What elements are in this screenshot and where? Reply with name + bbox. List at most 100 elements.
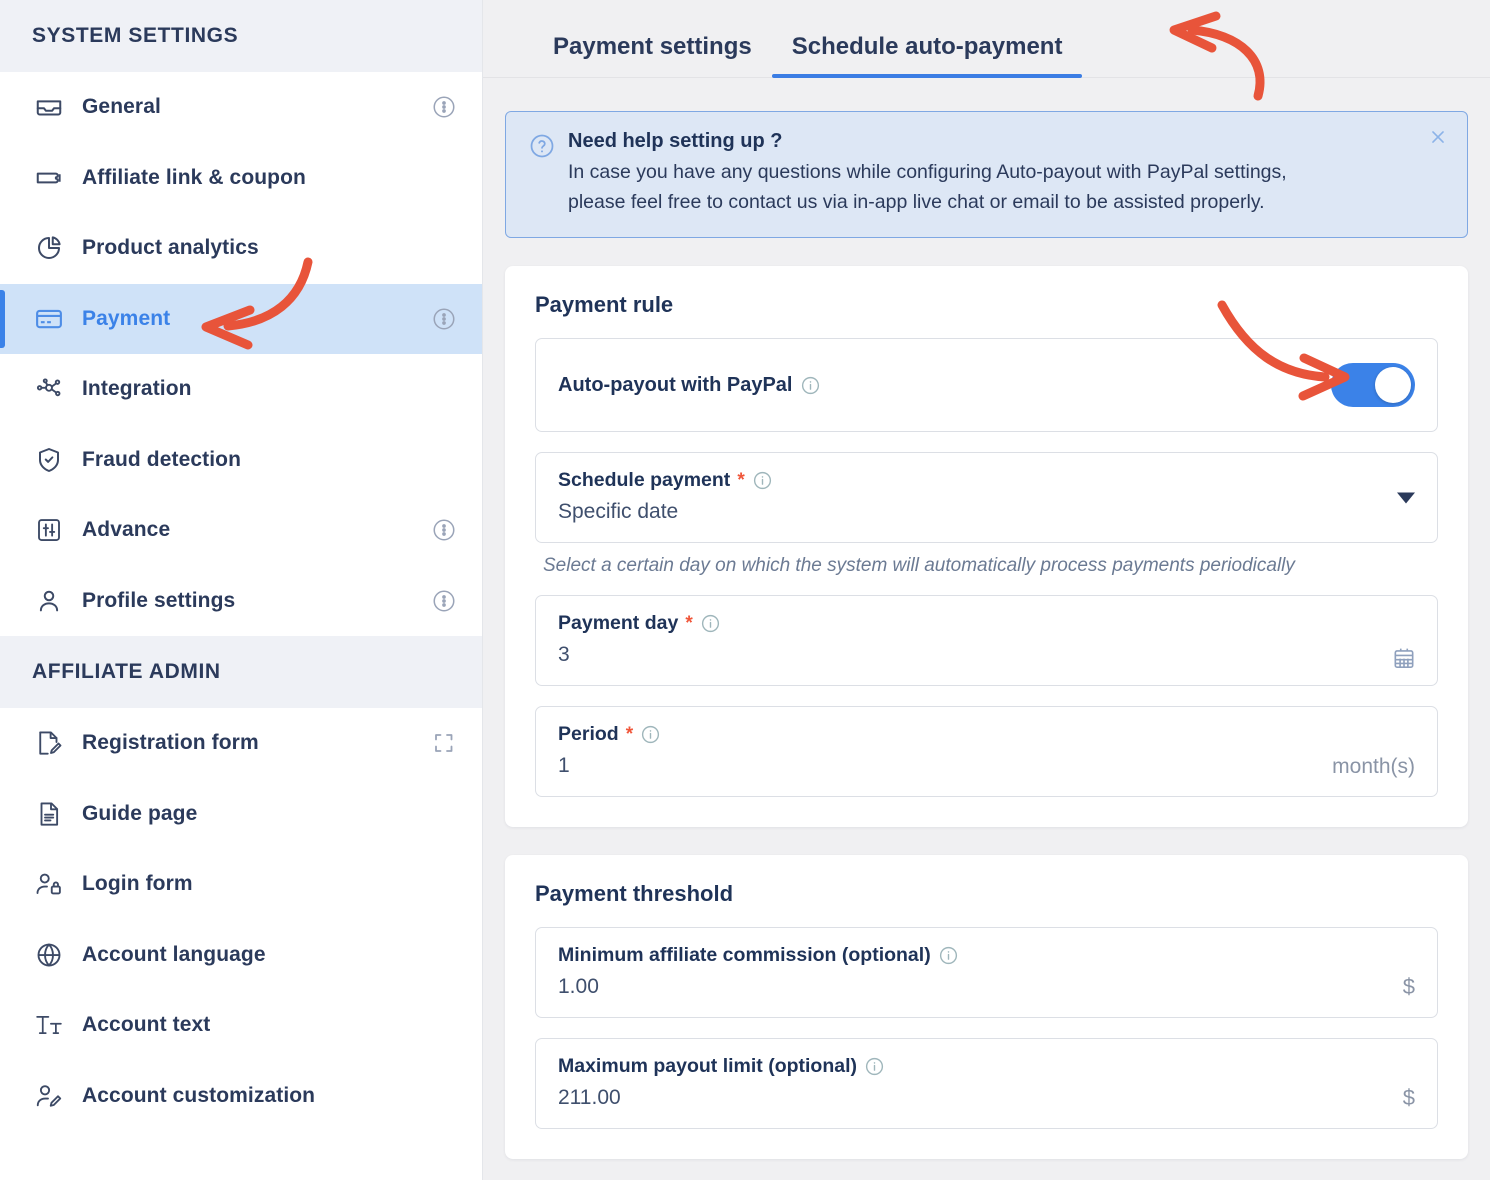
help-banner-body: Need help setting up ? In case you have …	[568, 130, 1445, 217]
sidebar-item-account-language[interactable]: Account language	[0, 920, 482, 991]
minimum-commission-label: Minimum affiliate commission (optional)	[558, 944, 931, 967]
sidebar-item-payment[interactable]: Payment	[0, 283, 482, 354]
pie-chart-icon	[32, 231, 66, 265]
help-banner-line-1: In case you have any questions while con…	[568, 161, 1287, 183]
sidebar-item-affiliate-link-coupon[interactable]: Affiliate link & coupon	[0, 143, 482, 214]
tab-schedule-auto-payment[interactable]: Schedule auto-payment	[771, 33, 1083, 78]
info-icon[interactable]	[938, 945, 959, 966]
close-icon[interactable]	[1425, 124, 1451, 150]
nodes-icon	[32, 372, 66, 406]
sidebar-item-label: Advance	[82, 518, 171, 542]
toggle-knob	[1375, 367, 1411, 404]
sidebar-item-general[interactable]: General	[0, 72, 482, 143]
payment-threshold-title: Payment threshold	[535, 881, 734, 907]
required-asterisk: *	[625, 724, 634, 746]
sidebar-item-label: Affiliate link & coupon	[82, 165, 306, 189]
settings-page: SYSTEM SETTINGS General Affiliate link &…	[0, 0, 1490, 1180]
info-icon[interactable]	[640, 724, 661, 745]
sidebar-section-title-affiliate-admin: AFFILIATE ADMIN	[0, 636, 482, 708]
minimum-commission-value: 1.00	[558, 975, 599, 999]
calendar-icon[interactable]	[1391, 645, 1417, 671]
payment-day-label: Payment day	[558, 612, 679, 635]
text-size-icon	[32, 1008, 66, 1042]
help-banner-title: Need help setting up ?	[568, 130, 783, 152]
required-asterisk: *	[685, 613, 693, 635]
sidebar-item-label: General	[82, 95, 161, 119]
minimum-commission-field[interactable]: Minimum affiliate commission (optional) …	[535, 927, 1438, 1019]
sidebar-item-account-customization[interactable]: Account customization	[0, 1061, 482, 1132]
period-label: Period	[558, 723, 619, 746]
help-banner-line-2: please feel free to contact us via in-ap…	[568, 190, 1265, 213]
info-icon[interactable]	[864, 1056, 885, 1077]
payment-rule-title: Payment rule	[535, 292, 674, 318]
help-banner: Need help setting up ? In case you have …	[505, 111, 1468, 239]
schedule-payment-field[interactable]: Schedule payment * Specific date	[535, 452, 1438, 544]
shield-check-icon	[32, 443, 66, 477]
credit-card-icon	[32, 302, 66, 336]
sidebar-item-login-form[interactable]: Login form	[0, 849, 482, 920]
payment-day-label-row: Payment day *	[558, 612, 1415, 635]
sidebar-nav-system-settings: General Affiliate link & coupon Product …	[0, 72, 482, 636]
document-icon	[32, 797, 66, 831]
expand-icon[interactable]	[430, 729, 458, 757]
chevron-down-icon[interactable]	[1397, 492, 1415, 504]
sidebar-item-label: Profile settings	[82, 588, 236, 612]
more-options-icon[interactable]	[430, 587, 458, 615]
info-icon[interactable]	[700, 613, 721, 634]
auto-payout-label-row: Auto-payout with PayPal	[558, 374, 821, 397]
schedule-payment-label: Schedule payment	[558, 469, 731, 492]
sidebar-item-label: Account language	[82, 942, 266, 966]
maximum-payout-field[interactable]: Maximum payout limit (optional) 211.00 $	[535, 1038, 1438, 1130]
sidebar-item-guide-page[interactable]: Guide page	[0, 779, 482, 850]
globe-icon	[32, 938, 66, 972]
auto-payout-label: Auto-payout with PayPal	[558, 373, 793, 396]
period-label-row: Period *	[558, 723, 1415, 746]
sidebar-item-profile-settings[interactable]: Profile settings	[0, 566, 482, 637]
user-edit-icon	[32, 1079, 66, 1113]
sidebar-item-label: Guide page	[82, 801, 198, 825]
sidebar-item-label: Fraud detection	[82, 447, 242, 471]
period-unit-label: month(s)	[1332, 755, 1415, 779]
required-asterisk: *	[737, 470, 745, 492]
more-options-icon[interactable]	[430, 516, 458, 544]
more-options-icon[interactable]	[430, 305, 458, 333]
info-icon[interactable]	[800, 375, 821, 396]
payment-day-field[interactable]: Payment day * 3	[535, 595, 1438, 687]
sidebar: SYSTEM SETTINGS General Affiliate link &…	[0, 0, 483, 1180]
user-icon	[32, 584, 66, 618]
sidebar-item-label: Integration	[82, 377, 192, 401]
sidebar-nav-affiliate-admin: Registration form Guide page Login form …	[0, 708, 482, 1131]
sidebar-item-product-analytics[interactable]: Product analytics	[0, 213, 482, 284]
currency-symbol: $	[1402, 974, 1415, 1000]
sidebar-item-label: Payment	[82, 306, 171, 330]
auto-payout-toggle[interactable]	[1331, 363, 1415, 408]
sidebar-item-label: Account customization	[82, 1083, 316, 1107]
ticket-icon	[32, 161, 66, 195]
sidebar-item-advance[interactable]: Advance	[0, 495, 482, 566]
maximum-payout-value: 211.00	[558, 1086, 621, 1110]
sidebar-item-label: Registration form	[82, 731, 259, 755]
sidebar-section-title-system-settings: SYSTEM SETTINGS	[0, 0, 482, 72]
sidebar-item-fraud-detection[interactable]: Fraud detection	[0, 425, 482, 496]
sidebar-item-label: Product analytics	[82, 236, 259, 260]
period-value: 1	[558, 754, 570, 778]
inbox-icon	[32, 90, 66, 124]
schedule-payment-helper-text: Select a certain day on which the system…	[543, 555, 1295, 577]
sidebar-item-account-text[interactable]: Account text	[0, 990, 482, 1061]
sidebar-item-integration[interactable]: Integration	[0, 354, 482, 425]
tab-payment-settings[interactable]: Payment settings	[533, 33, 772, 77]
sidebar-item-label: Login form	[82, 872, 193, 896]
info-icon[interactable]	[752, 470, 773, 491]
schedule-payment-label-row: Schedule payment *	[558, 469, 1415, 492]
more-options-icon[interactable]	[430, 93, 458, 121]
user-lock-icon	[32, 867, 66, 901]
sidebar-item-registration-form[interactable]: Registration form	[0, 708, 482, 779]
sidebar-item-label: Account text	[82, 1013, 211, 1037]
payment-rule-card: Payment rule Auto-payout with PayPal Sch…	[505, 266, 1468, 828]
auto-payout-row: Auto-payout with PayPal	[535, 338, 1438, 433]
currency-symbol: $	[1402, 1085, 1415, 1111]
form-edit-icon	[32, 726, 66, 760]
period-field[interactable]: Period * 1 month(s)	[535, 706, 1438, 798]
tab-bar: Payment settings Schedule auto-payment	[483, 0, 1490, 78]
maximum-payout-label: Maximum payout limit (optional)	[558, 1055, 858, 1078]
